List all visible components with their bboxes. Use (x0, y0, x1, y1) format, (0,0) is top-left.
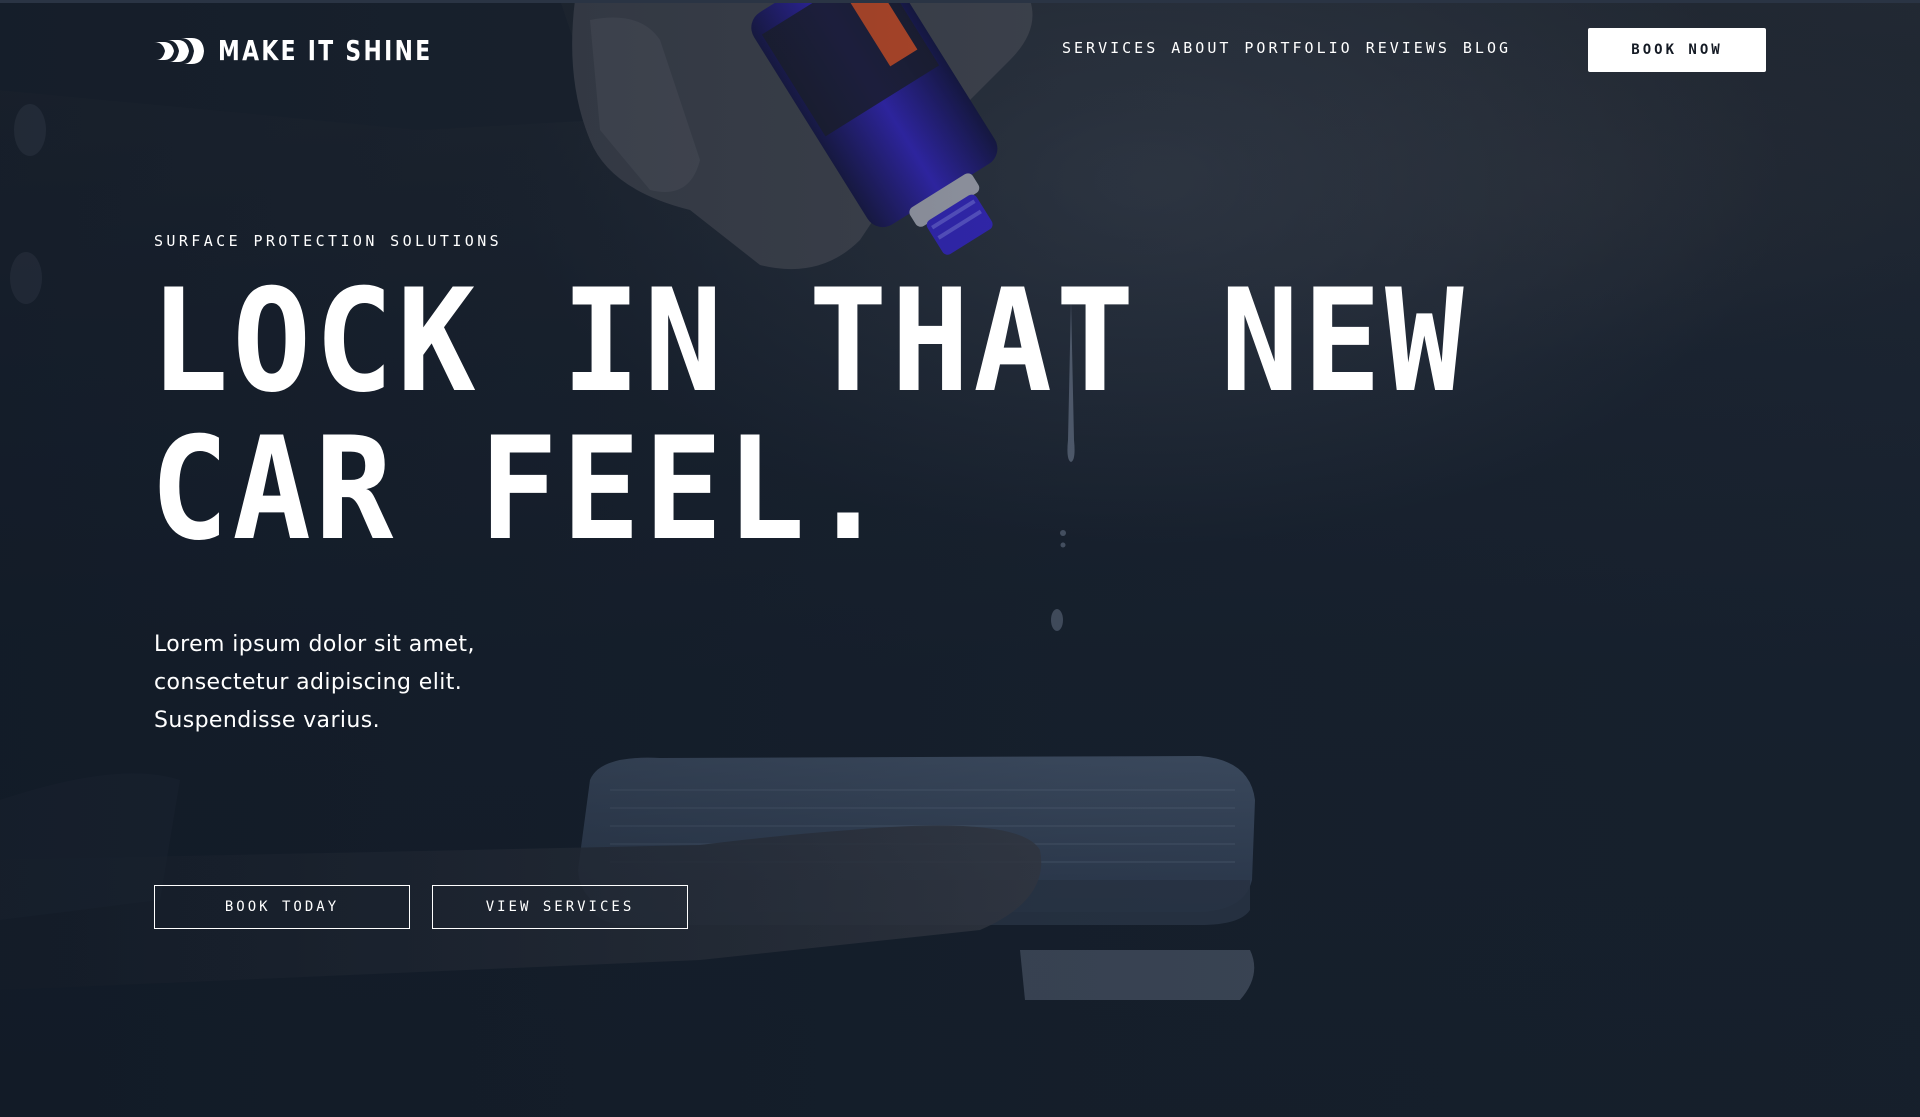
chevron-stripes-logo-icon (154, 37, 204, 64)
book-today-button[interactable]: BOOK TODAY (154, 885, 410, 929)
hero-headline: LOCK IN THAT NEW CAR FEEL. (150, 268, 1467, 564)
site-header: MAKE IT SHINE SERVICES ABOUT PORTFOLIO R… (0, 0, 1920, 100)
view-services-button[interactable]: VIEW SERVICES (432, 885, 688, 929)
hero-headline-line: CAR FEEL. (150, 407, 891, 572)
nav-item-about[interactable]: ABOUT (1171, 39, 1231, 57)
brand-logo-link[interactable]: MAKE IT SHINE (154, 34, 493, 67)
hero-headline-line: LOCK IN THAT NEW (150, 259, 1468, 424)
hero-description: Lorem ipsum dolor sit amet, consectetur … (154, 626, 574, 740)
hero-description-line: consectetur adipiscing elit. (154, 670, 463, 695)
nav-item-services[interactable]: SERVICES (1062, 39, 1158, 57)
nav-item-blog[interactable]: BLOG (1463, 39, 1511, 57)
hero-eyebrow: SURFACE PROTECTION SOLUTIONS (154, 232, 503, 250)
book-now-button[interactable]: BOOK NOW (1588, 28, 1766, 72)
hero-description-line: Suspendisse varius. (154, 708, 380, 733)
main-nav: SERVICES ABOUT PORTFOLIO REVIEWS BLOG (1062, 39, 1524, 57)
hero-description-line: Lorem ipsum dolor sit amet, (154, 632, 475, 657)
nav-item-portfolio[interactable]: PORTFOLIO (1244, 39, 1352, 57)
hero-section: MAKE IT SHINE SERVICES ABOUT PORTFOLIO R… (0, 0, 1920, 1117)
brand-name: MAKE IT SHINE (218, 34, 433, 67)
nav-item-reviews[interactable]: REVIEWS (1366, 39, 1450, 57)
